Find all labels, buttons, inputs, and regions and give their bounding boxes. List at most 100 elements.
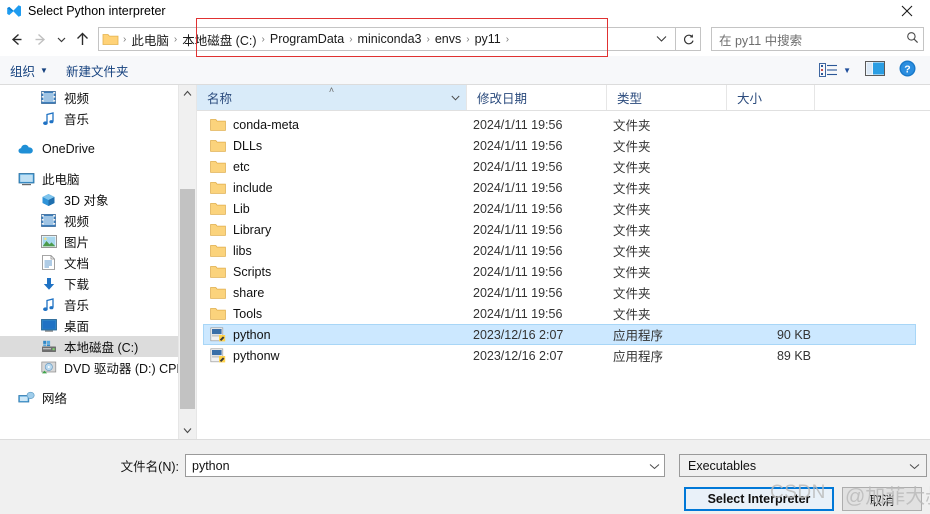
select-interpreter-dialog: Select Python interpreter › 此电脑 › 本地磁盘 (… [0, 0, 930, 514]
breadcrumb-item-4[interactable]: envs [432, 32, 464, 46]
folder-icon [209, 159, 227, 175]
file-name-label: Lib [233, 201, 250, 216]
column-header-name[interactable]: ˄ 名称 [197, 85, 467, 110]
column-header-date[interactable]: 修改日期 [467, 85, 607, 110]
select-interpreter-button[interactable]: Select Interpreter [684, 487, 834, 511]
table-row[interactable]: Lib 2024/1/11 19:56 文件夹 [203, 198, 916, 219]
table-row[interactable]: pythonw 2023/12/16 2:07 应用程序 89 KB [203, 345, 916, 366]
breadcrumb-item-5[interactable]: py11 [472, 32, 504, 46]
sidebar-item-onedrive[interactable]: OneDrive [0, 138, 196, 159]
table-row[interactable]: Tools 2024/1/11 19:56 文件夹 [203, 303, 916, 324]
table-row[interactable]: Library 2024/1/11 19:56 文件夹 [203, 219, 916, 240]
address-bar[interactable]: › 此电脑 › 本地磁盘 (C:) › ProgramData › minico… [98, 27, 676, 51]
search-input[interactable]: 在 py11 中搜索 [719, 30, 906, 49]
file-type-cell: 应用程序 [613, 329, 664, 343]
file-date-cell: 2024/1/11 19:56 [473, 285, 563, 300]
breadcrumb-separator: › [426, 33, 430, 45]
command-toolbar: 组织 ▼ 新建文件夹 ▼ ? [0, 56, 930, 85]
file-date-cell: 2024/1/11 19:56 [473, 222, 563, 237]
view-list-icon[interactable]: ▼ [819, 63, 851, 77]
table-row[interactable]: python 2023/12/16 2:07 应用程序 90 KB [203, 324, 916, 345]
sidebar-item-3d-objects[interactable]: 3D 对象 [0, 189, 196, 210]
sidebar-item-label: 视频 [64, 92, 90, 106]
sidebar-item-this-pc[interactable]: 此电脑 [0, 168, 196, 189]
sidebar-item-music-quick[interactable]: 音乐 [0, 108, 196, 129]
column-header-filler [815, 85, 930, 110]
breadcrumb-item-3[interactable]: miniconda3 [355, 32, 425, 46]
column-header-size[interactable]: 大小 [727, 85, 815, 110]
sidebar-item-downloads[interactable]: 下载 [0, 273, 196, 294]
vscode-icon [6, 3, 22, 19]
filename-input[interactable]: python [185, 454, 665, 477]
folder-icon [209, 222, 227, 238]
table-row[interactable]: conda-meta 2024/1/11 19:56 文件夹 [203, 114, 916, 135]
file-type-cell: 文件夹 [613, 119, 651, 133]
python-exe-icon [209, 348, 227, 364]
breadcrumb-item-2[interactable]: ProgramData [267, 32, 347, 46]
help-icon[interactable]: ? [899, 60, 916, 80]
file-type-cell: 应用程序 [613, 350, 664, 364]
breadcrumb-item-1[interactable]: 本地磁盘 (C:) [179, 30, 259, 49]
sidebar-item-music[interactable]: 音乐 [0, 294, 196, 315]
table-row[interactable]: Scripts 2024/1/11 19:56 文件夹 [203, 261, 916, 282]
sidebar-item-dvd-drive[interactable]: DVD 驱动器 (D:) CPBA_X64 [0, 357, 196, 378]
close-icon[interactable] [884, 0, 930, 22]
dialog-footer: 文件名(N): python Executables Select Interp… [0, 439, 930, 514]
forward-button[interactable] [28, 26, 52, 52]
sidebar-item-label: OneDrive [42, 141, 95, 156]
sidebar-scrollbar[interactable] [178, 85, 196, 439]
table-row[interactable]: include 2024/1/11 19:56 文件夹 [203, 177, 916, 198]
new-folder-label: 新建文件夹 [65, 64, 129, 79]
sidebar-item-label: 网络 [42, 392, 68, 406]
file-date-cell: 2024/1/11 19:56 [473, 117, 563, 132]
file-name-cell: libs [204, 243, 473, 259]
breadcrumb-item-0[interactable]: 此电脑 [128, 30, 172, 49]
table-row[interactable]: etc 2024/1/11 19:56 文件夹 [203, 156, 916, 177]
new-folder-button[interactable]: 新建文件夹 [66, 61, 129, 80]
up-button[interactable] [70, 26, 94, 52]
sidebar-item-label: 视频 [64, 215, 90, 229]
table-row[interactable]: libs 2024/1/11 19:56 文件夹 [203, 240, 916, 261]
column-filter-icon[interactable] [451, 93, 460, 103]
sidebar-item-label: 音乐 [64, 299, 90, 313]
file-name-label: Library [233, 222, 272, 237]
cancel-button[interactable]: 取消 [842, 487, 922, 511]
folder-icon [209, 264, 227, 280]
view-controls: ▼ ? [819, 60, 922, 80]
file-type-cell: 文件夹 [613, 224, 651, 238]
breadcrumb-separator: › [261, 33, 265, 45]
dvd-drive-icon [40, 360, 57, 376]
sidebar-item-videos[interactable]: 视频 [0, 210, 196, 231]
filename-dropdown-icon[interactable] [649, 459, 660, 473]
sidebar-item-local-disk-c[interactable]: 本地磁盘 (C:) [0, 336, 196, 357]
filetype-select[interactable]: Executables [679, 454, 927, 477]
sidebar-item-network[interactable]: 网络 [0, 387, 196, 408]
sidebar-item-documents[interactable]: 文档 [0, 252, 196, 273]
file-date-cell: 2024/1/11 19:56 [473, 138, 563, 153]
address-dropdown-icon[interactable] [652, 32, 673, 46]
file-date-cell: 2024/1/11 19:56 [473, 180, 563, 195]
scroll-up-icon[interactable] [179, 85, 196, 102]
back-button[interactable] [4, 26, 28, 52]
file-size-cell: 89 KB [776, 348, 811, 363]
scrollbar-thumb[interactable] [180, 189, 195, 409]
preview-pane-icon[interactable] [865, 61, 885, 79]
sidebar-item-videos-quick[interactable]: 视频 [0, 87, 196, 108]
sidebar-item-pictures[interactable]: 图片 [0, 231, 196, 252]
file-name-cell: Lib [204, 201, 473, 217]
file-name-label: libs [233, 243, 252, 258]
column-header-type[interactable]: 类型 [607, 85, 727, 110]
table-row[interactable]: DLLs 2024/1/11 19:56 文件夹 [203, 135, 916, 156]
file-date-cell: 2024/1/11 19:56 [473, 243, 563, 258]
organize-button[interactable]: 组织 ▼ [10, 61, 48, 80]
file-size-cell: 90 KB [776, 327, 811, 342]
scroll-down-icon[interactable] [179, 422, 196, 439]
search-box[interactable]: 在 py11 中搜索 [711, 27, 924, 51]
sidebar-item-desktop[interactable]: 桌面 [0, 315, 196, 336]
filetype-dropdown-icon[interactable] [909, 459, 920, 473]
refresh-button[interactable] [676, 27, 701, 51]
recent-locations-button[interactable] [52, 26, 70, 52]
table-row[interactable]: share 2024/1/11 19:56 文件夹 [203, 282, 916, 303]
sidebar-item-label: 图片 [64, 236, 90, 250]
